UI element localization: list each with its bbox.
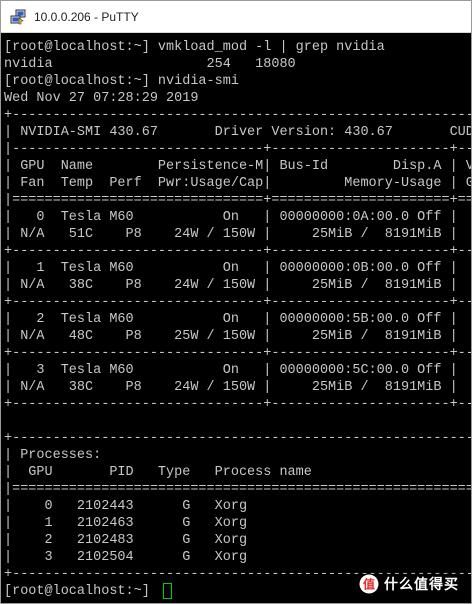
terminal-line: | 0 2102443 G Xorg 5MiB | xyxy=(4,499,248,514)
terminal-line: | 3 Tesla M60 On | 00000000:5C:00.0 Off … xyxy=(4,363,458,378)
terminal-line: | 1 2102463 G Xorg 5MiB | xyxy=(4,516,248,531)
terminal-line: | Processes: GPU Memory | xyxy=(4,448,102,463)
terminal-line: [root@localhost:~] nvidia-smi xyxy=(4,74,239,89)
terminal-line: | NVIDIA-SMI 430.67 Driver Version: 430.… xyxy=(4,125,471,140)
terminal-line: | GPU PID Type Process name Usage | xyxy=(4,465,312,480)
terminal-line: | N/A 48C P8 25W / 150W | 25MiB / 8191Mi… xyxy=(4,329,458,344)
watermark: 值 什么值得买 xyxy=(355,573,463,595)
window-title: 10.0.0.206 - PuTTY xyxy=(34,9,139,24)
terminal-line: +---------------------------------------… xyxy=(4,431,471,446)
terminal-line: +---------------------------------------… xyxy=(4,108,471,123)
terminal-line: Wed Nov 27 07:28:29 2019 xyxy=(4,91,199,106)
terminal-line: nvidia 254 18080 xyxy=(4,57,296,72)
terminal-line: | 3 2102504 G Xorg 5MiB | xyxy=(4,550,248,565)
terminal-line: | 1 Tesla M60 On | 00000000:0B:00.0 Off … xyxy=(4,261,458,276)
terminal-line: +-------------------------------+-------… xyxy=(4,346,471,361)
terminal-line: | N/A 38C P8 24W / 150W | 25MiB / 8191Mi… xyxy=(4,278,458,293)
terminal-line: [root@localhost:~] vmkload_mod -l | grep… xyxy=(4,40,385,55)
terminal-line: | 2 Tesla M60 On | 00000000:5B:00.0 Off … xyxy=(4,312,458,327)
watermark-text: 什么值得买 xyxy=(384,577,459,593)
terminal-line: |-------------------------------+-------… xyxy=(4,142,471,157)
terminal-line: | N/A 38C P8 24W / 150W | 25MiB / 8191Mi… xyxy=(4,380,458,395)
terminal-area[interactable]: [root@localhost:~] vmkload_mod -l | grep… xyxy=(1,33,471,603)
terminal-line: +-------------------------------+-------… xyxy=(4,244,471,259)
terminal-line: | Fan Temp Perf Pwr:Usage/Cap| Memory-Us… xyxy=(4,176,471,191)
terminal-line: |===============================+=======… xyxy=(4,193,471,208)
terminal-line: | 0 Tesla M60 On | 00000000:0A:00.0 Off … xyxy=(4,210,458,225)
terminal-prompt: [root@localhost:~] xyxy=(4,584,158,599)
smzdm-logo-icon: 值 xyxy=(359,574,379,594)
svg-text:值: 值 xyxy=(363,577,375,592)
title-bar[interactable]: 10.0.0.206 - PuTTY xyxy=(1,1,471,33)
terminal-cursor[interactable] xyxy=(163,583,172,599)
terminal-line: +-------------------------------+-------… xyxy=(4,295,471,310)
putty-icon[interactable] xyxy=(10,9,26,25)
terminal-line: | GPU Name Persistence-M| Bus-Id Disp.A … xyxy=(4,159,471,174)
terminal-line: +-------------------------------+-------… xyxy=(4,397,471,412)
terminal-line: | 2 2102483 G Xorg 5MiB | xyxy=(4,533,248,548)
terminal-line: |=======================================… xyxy=(4,482,471,497)
terminal-line: | N/A 51C P8 24W / 150W | 25MiB / 8191Mi… xyxy=(4,227,458,242)
putty-window: 10.0.0.206 - PuTTY [root@localhost:~] vm… xyxy=(0,0,472,604)
